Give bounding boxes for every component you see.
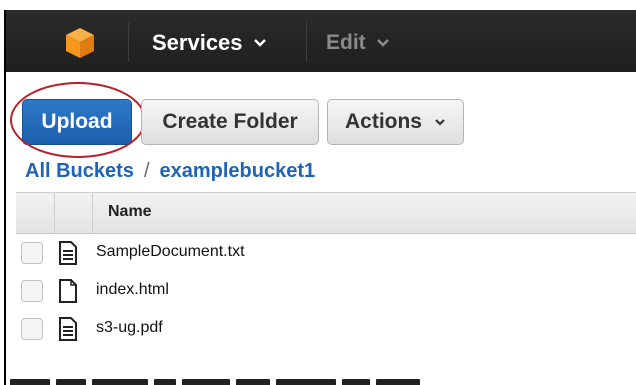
text-file-icon [59, 317, 77, 341]
edit-menu[interactable]: Edit [326, 30, 390, 56]
nav-divider [128, 22, 129, 62]
name-column-header[interactable]: Name [108, 203, 152, 221]
file-name[interactable]: index.html [96, 281, 169, 299]
top-nav-bar: Services Edit [4, 10, 636, 72]
breadcrumb-bucket[interactable]: examplebucket1 [160, 160, 316, 183]
page-border [4, 72, 6, 385]
table-row[interactable]: index.html [16, 272, 636, 310]
services-label: Services [152, 30, 243, 55]
cropped-text-fragment [10, 376, 636, 385]
row-checkbox[interactable] [21, 242, 43, 264]
breadcrumb-all-buckets[interactable]: All Buckets [25, 160, 134, 183]
upload-button[interactable]: Upload [22, 99, 132, 145]
create-folder-label: Create Folder [162, 110, 298, 133]
column-divider [54, 193, 55, 233]
s3-console: Services Edit Upload Create Folder Actio… [0, 0, 636, 385]
edit-label: Edit [326, 31, 366, 54]
table-header: Name [16, 192, 636, 234]
breadcrumb-separator: / [143, 160, 150, 182]
blank-file-icon [59, 279, 77, 303]
text-file-icon [59, 241, 77, 265]
actions-button[interactable]: Actions [327, 99, 464, 145]
create-folder-button[interactable]: Create Folder [141, 99, 319, 145]
services-menu[interactable]: Services [152, 30, 267, 56]
row-checkbox[interactable] [21, 318, 43, 340]
row-checkbox[interactable] [21, 280, 43, 302]
table-row[interactable]: SampleDocument.txt [16, 234, 636, 272]
file-table: Name SampleDocument.txt index.html s3-ug… [16, 192, 636, 348]
upload-button-label: Upload [41, 110, 113, 133]
actions-label: Actions [344, 110, 422, 133]
file-name[interactable]: SampleDocument.txt [96, 243, 245, 261]
table-row[interactable]: s3-ug.pdf [16, 310, 636, 348]
chevron-down-icon [376, 39, 389, 47]
file-name[interactable]: s3-ug.pdf [96, 319, 163, 337]
nav-divider [306, 22, 307, 62]
aws-cube-logo-icon[interactable] [64, 26, 96, 60]
chevron-down-icon [253, 39, 266, 47]
column-divider [92, 193, 93, 233]
breadcrumb: All Buckets / examplebucket1 [25, 160, 315, 183]
chevron-down-icon [435, 118, 445, 126]
